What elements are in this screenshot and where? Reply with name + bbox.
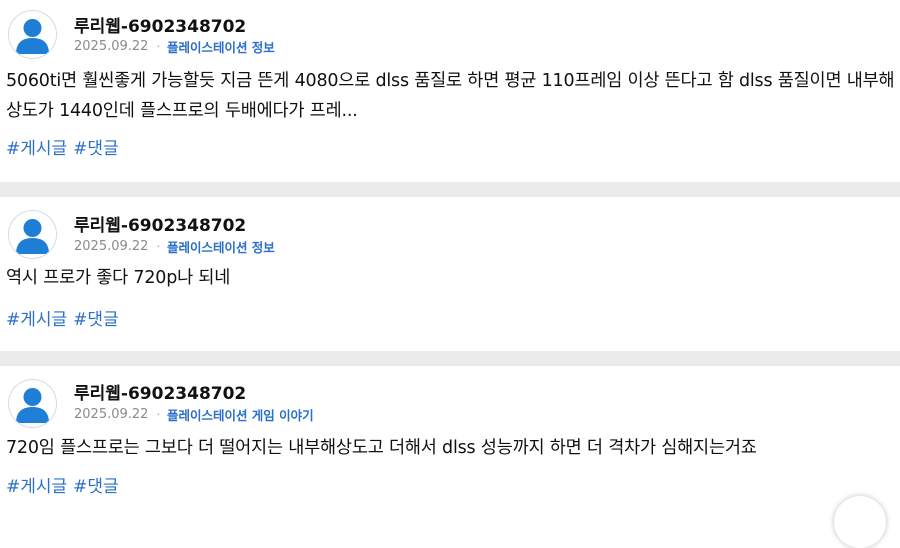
post-meta: 2025.09.22 · 플레이스테이션 게임 이야기 <box>74 405 314 424</box>
tag-comment-link[interactable]: #댓글 <box>73 310 119 330</box>
divider <box>0 351 900 366</box>
board-category-link[interactable]: 플레이스테이션 정보 <box>167 37 275 56</box>
tag-list: #게시글 #댓글 <box>6 472 125 497</box>
post-date: 2025.09.22 <box>74 407 149 422</box>
author-name[interactable]: 루리웹-6902348702 <box>74 211 246 236</box>
post-date: 2025.09.22 <box>74 39 149 54</box>
tag-post-link[interactable]: #게시글 <box>6 477 67 497</box>
tag-list: #게시글 #댓글 <box>6 134 125 159</box>
divider <box>0 182 900 197</box>
meta-separator: · <box>156 240 160 253</box>
meta-separator: · <box>156 40 160 53</box>
avatar[interactable] <box>8 379 57 428</box>
comment-body[interactable]: 720임 플스프로는 그보다 더 떨어지는 내부해상도고 더해서 dlss 성능… <box>6 433 896 463</box>
post-date: 2025.09.22 <box>74 239 149 254</box>
board-category-link[interactable]: 플레이스테이션 게임 이야기 <box>167 405 314 424</box>
author-name[interactable]: 루리웹-6902348702 <box>74 379 246 404</box>
post-meta: 2025.09.22 · 플레이스테이션 정보 <box>74 37 275 56</box>
user-icon <box>16 219 49 254</box>
avatar[interactable] <box>8 10 57 59</box>
board-category-link[interactable]: 플레이스테이션 정보 <box>167 237 275 256</box>
author-name[interactable]: 루리웹-6902348702 <box>74 12 246 37</box>
list-item: 루리웹-6902348702 2025.09.22 · 플레이스테이션 게임 이… <box>0 366 900 526</box>
user-icon <box>16 19 49 54</box>
tag-post-link[interactable]: #게시글 <box>6 310 67 330</box>
tag-comment-link[interactable]: #댓글 <box>73 477 119 497</box>
comment-feed: 루리웹-6902348702 2025.09.22 · 플레이스테이션 정보 5… <box>0 0 900 526</box>
meta-separator: · <box>156 408 160 421</box>
comment-body[interactable]: 역시 프로가 좋다 720p나 되네 <box>6 263 896 293</box>
list-item: 루리웹-6902348702 2025.09.22 · 플레이스테이션 정보 5… <box>0 0 900 182</box>
scroll-top-button[interactable] <box>834 496 886 548</box>
list-item: 루리웹-6902348702 2025.09.22 · 플레이스테이션 정보 역… <box>0 197 900 351</box>
post-meta: 2025.09.22 · 플레이스테이션 정보 <box>74 237 275 256</box>
user-icon <box>16 388 49 423</box>
tag-list: #게시글 #댓글 <box>6 305 125 330</box>
comment-body[interactable]: 5060ti면 훨씬좋게 가능할듯 지금 뜬게 4080으로 dlss 품질로 … <box>6 66 896 126</box>
avatar[interactable] <box>8 210 57 259</box>
tag-comment-link[interactable]: #댓글 <box>73 139 119 159</box>
tag-post-link[interactable]: #게시글 <box>6 139 67 159</box>
